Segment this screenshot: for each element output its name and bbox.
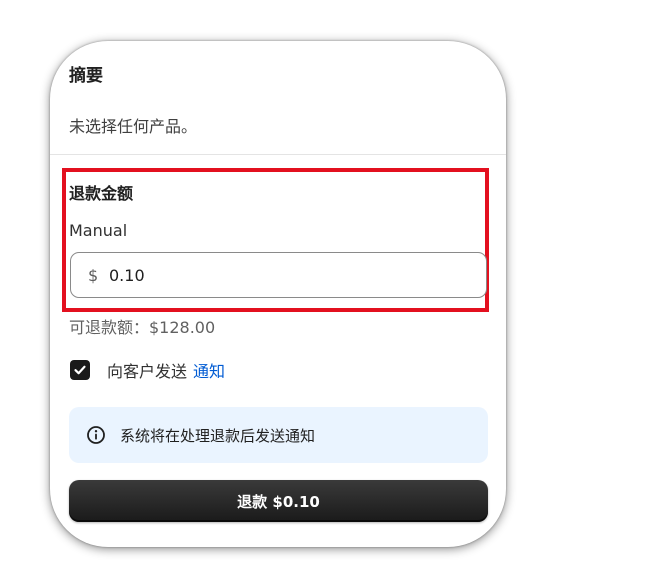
refund-amount-value[interactable]: 0.10 — [109, 266, 145, 285]
refund-method-label: Manual — [69, 221, 128, 240]
send-notification-row: 向客户发送 通知 — [70, 359, 225, 381]
refundable-amount-text: 可退款额：$128.00 — [69, 318, 216, 337]
info-banner: 系统将在处理退款后发送通知 — [69, 407, 488, 463]
section-divider — [50, 154, 506, 155]
notification-link[interactable]: 通知 — [193, 358, 225, 382]
screenshot-stage: 摘要 未选择任何产品。 退款金额 Manual $ 0.10 可退款额：$128… — [0, 0, 670, 567]
refund-button[interactable]: 退款 $0.10 — [69, 480, 488, 522]
summary-text: 未选择任何产品。 — [69, 117, 198, 136]
refund-amount-title: 退款金额 — [69, 184, 134, 203]
send-notification-checkbox[interactable] — [70, 360, 90, 380]
refund-card: 摘要 未选择任何产品。 退款金额 Manual $ 0.10 可退款额：$128… — [50, 41, 506, 547]
info-icon — [87, 426, 105, 444]
currency-symbol: $ — [88, 266, 99, 285]
send-notification-label: 向客户发送 — [107, 362, 188, 381]
summary-title: 摘要 — [69, 66, 103, 86]
info-banner-text: 系统将在处理退款后发送通知 — [120, 427, 316, 445]
refund-amount-input[interactable]: $ 0.10 — [70, 252, 487, 298]
checkmark-icon — [74, 365, 86, 375]
refund-button-label: 退款 $0.10 — [237, 492, 320, 511]
